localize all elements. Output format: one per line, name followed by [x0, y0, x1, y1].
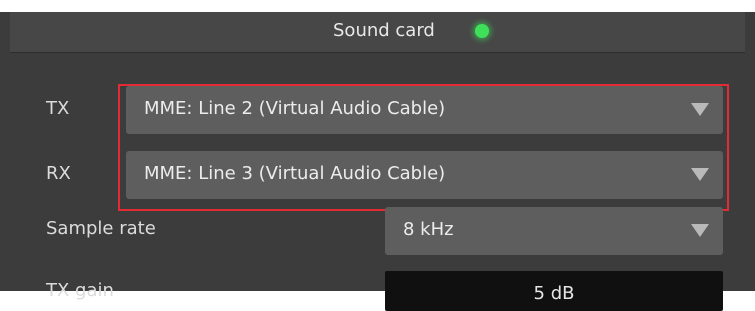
- tx-device-value: MME: Line 2 (Virtual Audio Cable): [144, 98, 446, 119]
- rx-device-value: MME: Line 3 (Virtual Audio Cable): [144, 163, 446, 184]
- sample-rate-dropdown[interactable]: 8 kHz: [385, 207, 723, 255]
- sample-rate-value: 8 kHz: [403, 219, 454, 240]
- chevron-down-icon: [691, 103, 709, 116]
- status-indicator-icon: [475, 24, 489, 38]
- chevron-down-icon: [691, 168, 709, 181]
- tx-gain-value: 5 dB: [533, 283, 575, 304]
- tx-label: TX: [46, 98, 70, 119]
- sound-card-window: Sound card TX MME: Line 2 (Virtual Audio…: [0, 12, 755, 311]
- rx-device-dropdown[interactable]: MME: Line 3 (Virtual Audio Cable): [126, 151, 723, 199]
- tx-gain-field[interactable]: 5 dB: [385, 271, 723, 311]
- top-strip: [0, 0, 755, 12]
- panel-title: Sound card: [333, 20, 435, 41]
- panel-header: Sound card: [10, 12, 745, 53]
- sample-rate-label: Sample rate: [46, 218, 156, 239]
- chevron-down-icon: [691, 224, 709, 237]
- tx-gain-label: TX gain: [46, 280, 114, 301]
- tx-device-dropdown[interactable]: MME: Line 2 (Virtual Audio Cable): [126, 86, 723, 134]
- rx-label: RX: [46, 163, 71, 184]
